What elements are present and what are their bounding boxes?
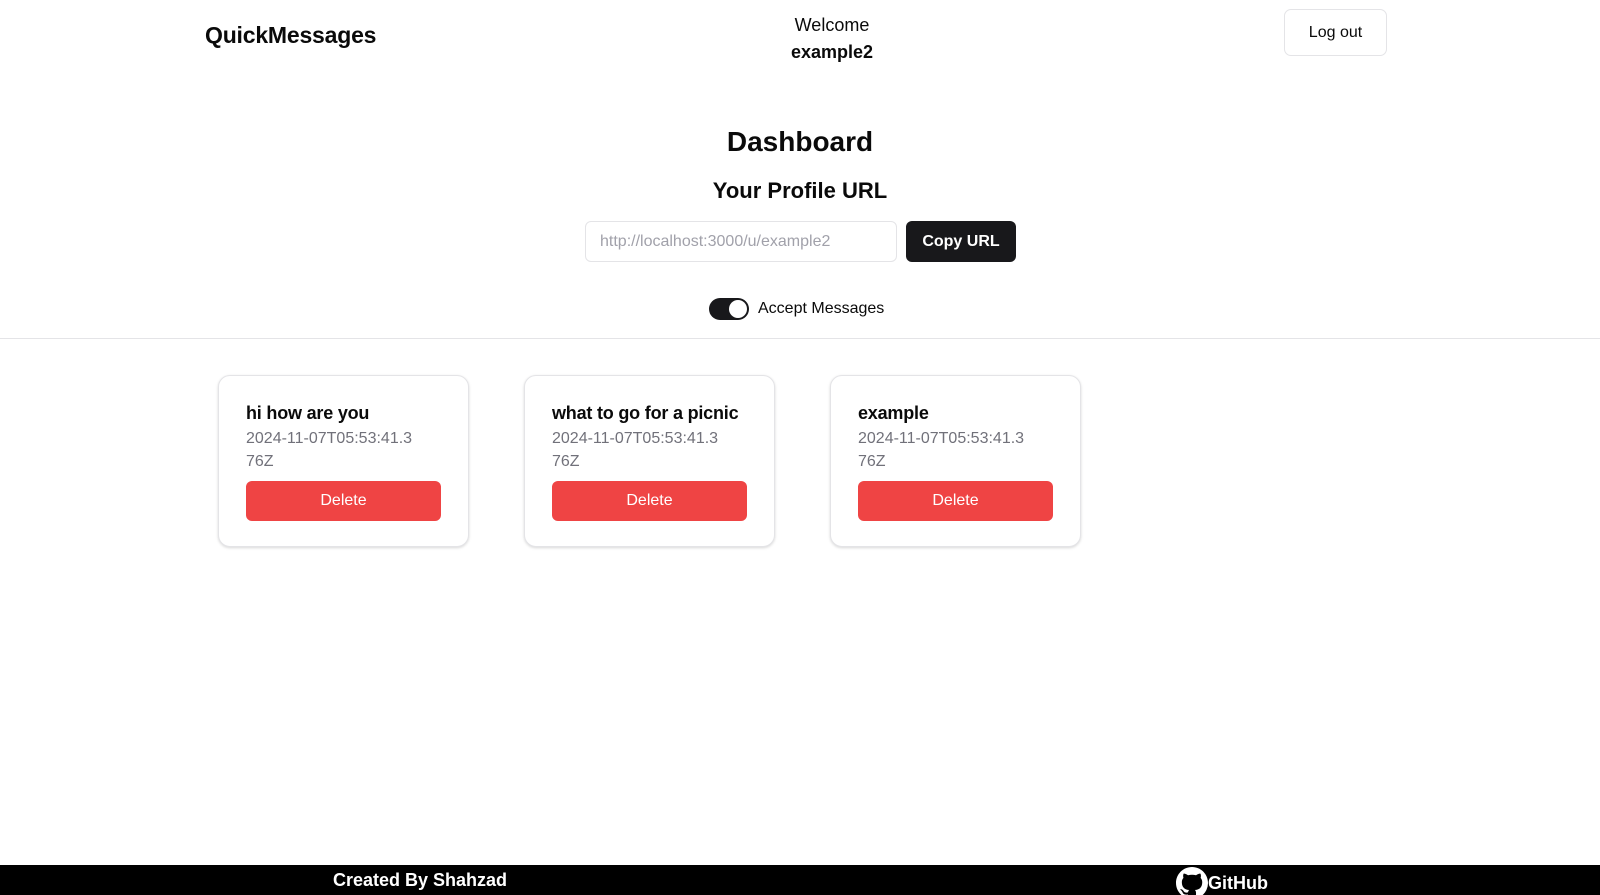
page: QuickMessages Welcome example2 Log out D…	[0, 0, 1600, 895]
accept-messages-label: Accept Messages	[758, 300, 885, 317]
message-card: example 2024-11-07T05:53:41.376Z Delete	[830, 375, 1081, 547]
message-timestamp: 2024-11-07T05:53:41.376Z	[858, 430, 1025, 470]
message-card-list: hi how are you 2024-11-07T05:53:41.376Z …	[218, 375, 1081, 547]
message-card: hi how are you 2024-11-07T05:53:41.376Z …	[218, 375, 469, 547]
logout-button[interactable]: Log out	[1284, 9, 1387, 56]
message-timestamp: 2024-11-07T05:53:41.376Z	[246, 430, 413, 470]
message-content: example	[858, 403, 929, 423]
message-content: what to go for a picnic	[552, 403, 739, 423]
welcome-text: Welcome	[794, 15, 870, 35]
welcome-block: Welcome example2	[791, 12, 873, 66]
profile-url-heading: Your Profile URL	[712, 178, 888, 203]
section-divider	[0, 338, 1600, 339]
github-link[interactable]: GitHub	[1176, 867, 1268, 895]
message-card: what to go for a picnic 2024-11-07T05:53…	[524, 375, 775, 547]
github-icon	[1176, 867, 1208, 895]
copy-url-button[interactable]: Copy URL	[906, 221, 1016, 262]
top-navbar: QuickMessages Welcome example2 Log out	[0, 0, 1600, 80]
footer-credit: Created By Shahzad	[333, 870, 508, 890]
username: example2	[790, 42, 874, 62]
accept-messages-row: Accept Messages	[709, 298, 884, 320]
accept-messages-switch[interactable]	[709, 298, 749, 320]
switch-knob	[729, 300, 747, 318]
message-timestamp: 2024-11-07T05:53:41.376Z	[552, 430, 719, 470]
delete-message-button[interactable]: Delete	[858, 481, 1053, 521]
page-title: Dashboard	[726, 126, 874, 157]
github-label: GitHub	[1208, 872, 1268, 893]
delete-message-button[interactable]: Delete	[246, 481, 441, 521]
brand-logo[interactable]: QuickMessages	[205, 22, 376, 49]
profile-url-input[interactable]	[585, 221, 897, 262]
message-content: hi how are you	[246, 403, 370, 423]
footer: Created By Shahzad GitHub	[0, 865, 1600, 895]
delete-message-button[interactable]: Delete	[552, 481, 747, 521]
